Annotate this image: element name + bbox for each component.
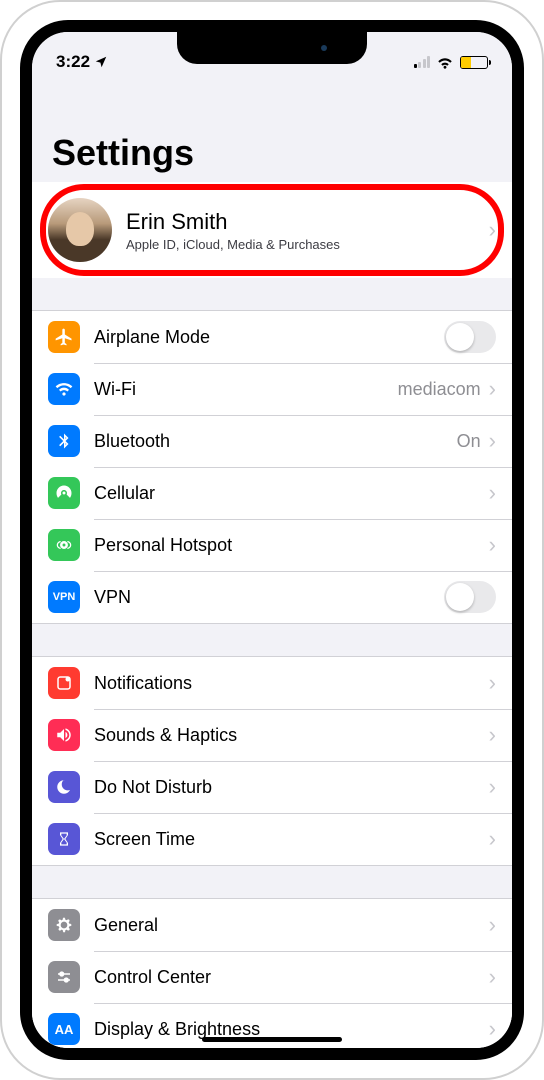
row-label: Screen Time <box>94 829 489 850</box>
row-label: VPN <box>94 587 444 608</box>
chevron-icon: › <box>489 670 496 696</box>
chevron-icon: › <box>489 376 496 402</box>
profile-subtitle: Apple ID, iCloud, Media & Purchases <box>126 237 489 252</box>
chevron-icon: › <box>489 1016 496 1042</box>
hotspot-row[interactable]: Personal Hotspot › <box>32 519 512 571</box>
vpn-row[interactable]: VPN VPN <box>32 571 512 623</box>
wifi-row[interactable]: Wi-Fi mediacom › <box>32 363 512 415</box>
hourglass-icon <box>48 823 80 855</box>
row-label: Cellular <box>94 483 489 504</box>
row-value: On <box>457 431 481 452</box>
row-label: Bluetooth <box>94 431 457 452</box>
device-frame: 3:22 Settings Erin Smith <box>0 0 544 1080</box>
gear-icon <box>48 909 80 941</box>
vpn-icon: VPN <box>48 581 80 613</box>
battery-icon <box>460 56 488 69</box>
notch <box>177 32 367 64</box>
sliders-icon <box>48 961 80 993</box>
notifications-row[interactable]: Notifications › <box>32 657 512 709</box>
apple-id-row[interactable]: Erin Smith Apple ID, iCloud, Media & Pur… <box>32 186 512 274</box>
row-label: Notifications <box>94 673 489 694</box>
chevron-icon: › <box>489 774 496 800</box>
row-label: Airplane Mode <box>94 327 444 348</box>
alerts-section: Notifications › Sounds & Haptics › Do No… <box>32 656 512 866</box>
avatar <box>48 198 112 262</box>
profile-name: Erin Smith <box>126 209 489 235</box>
row-label: General <box>94 915 489 936</box>
row-label: Personal Hotspot <box>94 535 489 556</box>
chevron-icon: › <box>489 217 496 243</box>
notifications-icon <box>48 667 80 699</box>
control-center-row[interactable]: Control Center › <box>32 951 512 1003</box>
status-time: 3:22 <box>56 52 90 72</box>
text-size-icon: AA <box>48 1013 80 1045</box>
vpn-toggle[interactable] <box>444 581 496 613</box>
network-section: Airplane Mode Wi-Fi mediacom › Bluetooth <box>32 310 512 624</box>
apple-id-section: Erin Smith Apple ID, iCloud, Media & Pur… <box>32 182 512 278</box>
cellular-row[interactable]: Cellular › <box>32 467 512 519</box>
home-indicator[interactable] <box>202 1037 342 1042</box>
airplane-icon <box>48 321 80 353</box>
bluetooth-icon <box>48 425 80 457</box>
page-title: Settings <box>32 82 512 182</box>
wifi-icon <box>436 55 454 69</box>
chevron-icon: › <box>489 532 496 558</box>
airplane-toggle[interactable] <box>444 321 496 353</box>
row-label: Wi-Fi <box>94 379 398 400</box>
cellular-icon <box>48 477 80 509</box>
row-value: mediacom <box>398 379 481 400</box>
location-icon <box>94 55 108 69</box>
general-section: General › Control Center › AA Display & … <box>32 898 512 1048</box>
chevron-icon: › <box>489 480 496 506</box>
row-label: Control Center <box>94 967 489 988</box>
chevron-icon: › <box>489 826 496 852</box>
row-label: Do Not Disturb <box>94 777 489 798</box>
chevron-icon: › <box>489 428 496 454</box>
bluetooth-row[interactable]: Bluetooth On › <box>32 415 512 467</box>
settings-list[interactable]: Settings Erin Smith Apple ID, iCloud, Me… <box>32 82 512 1048</box>
chevron-icon: › <box>489 722 496 748</box>
row-label: Sounds & Haptics <box>94 725 489 746</box>
sounds-icon <box>48 719 80 751</box>
screen: 3:22 Settings Erin Smith <box>20 20 524 1060</box>
wifi-icon <box>48 373 80 405</box>
screentime-row[interactable]: Screen Time › <box>32 813 512 865</box>
hotspot-icon <box>48 529 80 561</box>
moon-icon <box>48 771 80 803</box>
general-row[interactable]: General › <box>32 899 512 951</box>
chevron-icon: › <box>489 912 496 938</box>
chevron-icon: › <box>489 964 496 990</box>
sounds-row[interactable]: Sounds & Haptics › <box>32 709 512 761</box>
airplane-mode-row[interactable]: Airplane Mode <box>32 311 512 363</box>
cellular-signal-icon <box>414 56 431 68</box>
dnd-row[interactable]: Do Not Disturb › <box>32 761 512 813</box>
